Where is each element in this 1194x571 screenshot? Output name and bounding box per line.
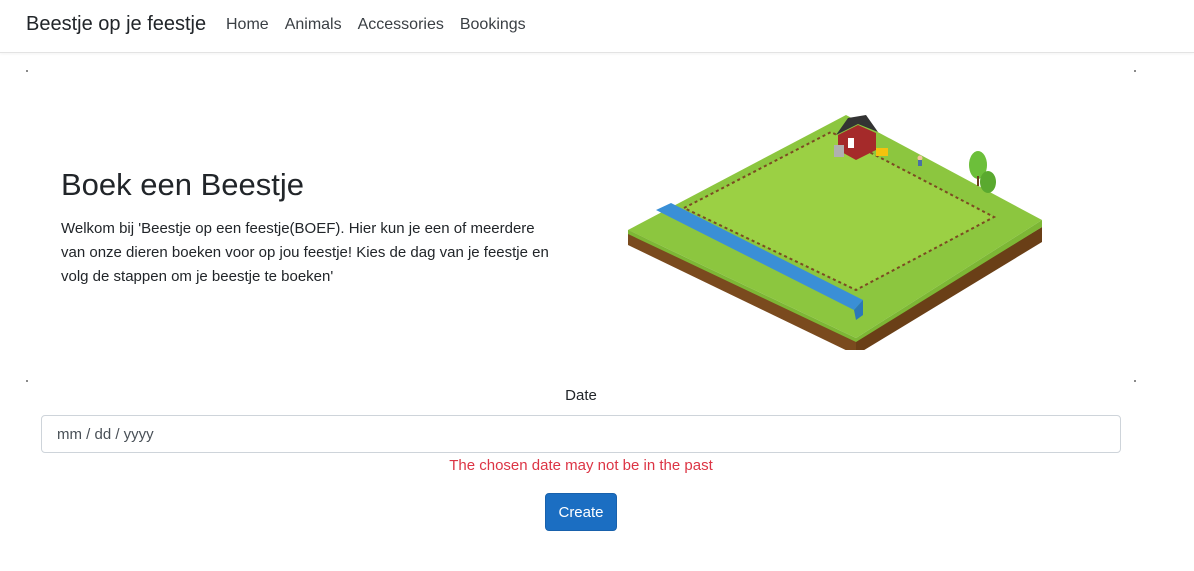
farmer-head bbox=[917, 155, 923, 161]
nav-link-home[interactable]: Home bbox=[226, 16, 269, 34]
date-input[interactable]: mm / dd / yyyy bbox=[41, 415, 1121, 453]
hero-corner-marker bbox=[1134, 70, 1136, 72]
tree-trunk bbox=[977, 176, 979, 186]
hero-title: Boek een Beestje bbox=[61, 167, 305, 202]
create-button[interactable]: Create bbox=[545, 493, 617, 531]
hero-corner-marker bbox=[26, 70, 28, 72]
hay-bale bbox=[876, 148, 888, 156]
date-label: Date bbox=[565, 387, 597, 404]
hero-description: Welkom bij 'Beestje op een feestje(BOEF)… bbox=[61, 220, 549, 285]
date-error-message: The chosen date may not be in the past bbox=[449, 457, 713, 474]
hero-section: Boek een Beestje Welkom bij 'Beestje op … bbox=[26, 70, 1136, 382]
hero-corner-marker bbox=[26, 380, 28, 382]
nav-link-accessories[interactable]: Accessories bbox=[358, 16, 444, 34]
feeder bbox=[834, 145, 844, 157]
navbar: Beestje op je feestje Home Animals Acces… bbox=[0, 0, 1194, 53]
hero-corner-marker bbox=[1134, 380, 1136, 382]
farm-illustration bbox=[628, 115, 1042, 350]
tree-icon bbox=[980, 171, 996, 193]
brand-link[interactable]: Beestje op je feestje bbox=[26, 13, 206, 36]
nav-link-animals[interactable]: Animals bbox=[285, 16, 342, 34]
barn-door bbox=[848, 138, 854, 148]
nav-links: Home Animals Accessories Bookings bbox=[226, 16, 542, 34]
farmer-body bbox=[918, 160, 922, 166]
nav-link-bookings[interactable]: Bookings bbox=[460, 16, 526, 34]
